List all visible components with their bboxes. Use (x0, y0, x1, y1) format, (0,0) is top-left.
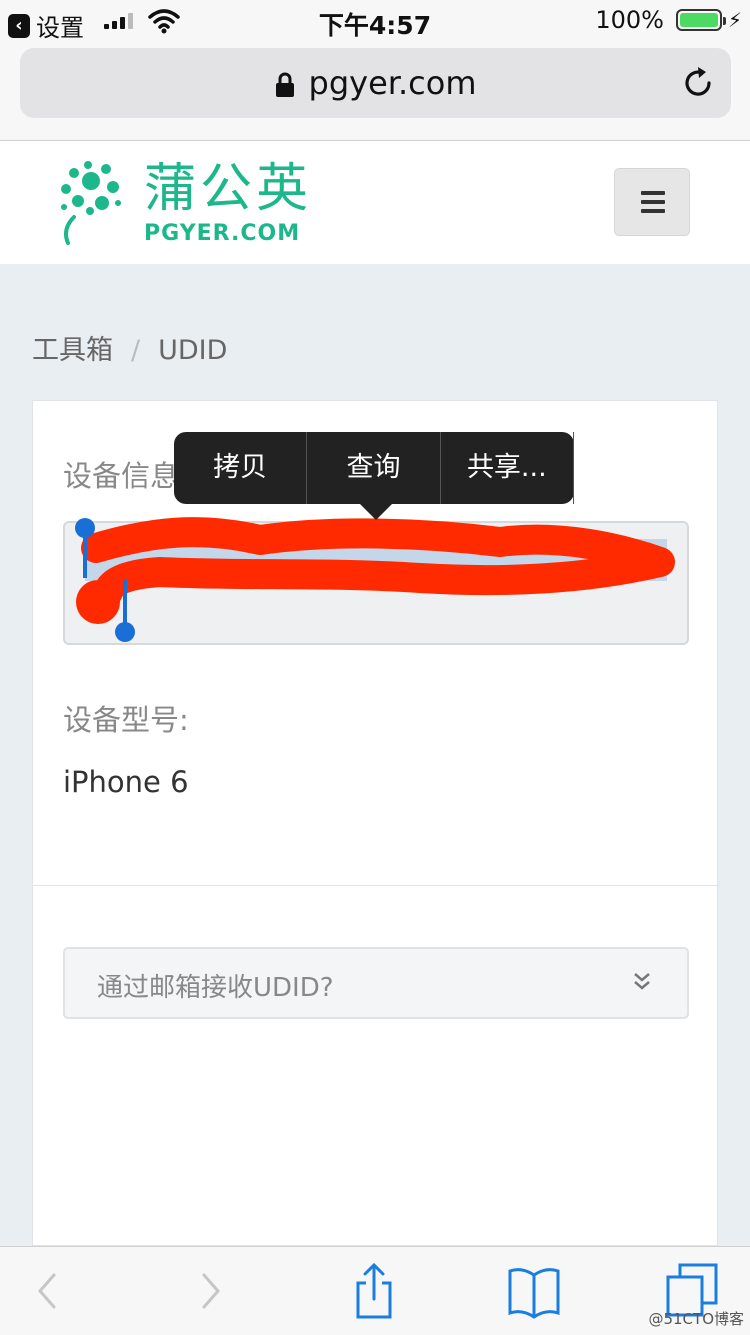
logo-text-en: PGYER.COM (144, 221, 301, 246)
url-text: pgyer.com (308, 64, 477, 102)
text-selection-highlight (85, 539, 667, 581)
charging-icon: ⚡ (727, 8, 742, 32)
dandelion-logo-icon[interactable] (58, 159, 124, 245)
browser-chrome: pgyer.com (0, 42, 750, 141)
device-model-value: iPhone 6 (63, 765, 189, 799)
divider (33, 885, 719, 886)
device-model-label: 设备型号: (63, 703, 189, 737)
forward-icon[interactable] (180, 1261, 240, 1321)
address-bar[interactable]: pgyer.com (20, 48, 731, 118)
watermark: @51CTO博客 (648, 1310, 744, 1328)
context-menu: 拷贝 查询 共享... (174, 432, 574, 520)
back-icon[interactable] (20, 1261, 80, 1321)
share-icon[interactable] (344, 1261, 404, 1321)
bookmarks-icon[interactable] (504, 1261, 564, 1321)
udid-card: 设备信息 设备型号: iPhone 6 通过邮箱接收UDID? (32, 400, 719, 1246)
safari-toolbar: @51CTO博客 (0, 1246, 750, 1335)
breadcrumb-separator: / (131, 335, 141, 366)
logo-text-cn: 蒲公英 (144, 159, 313, 219)
udid-field[interactable] (63, 521, 689, 645)
battery-icon (676, 9, 726, 31)
breadcrumb-current: UDID (158, 335, 228, 366)
menu-button[interactable] (614, 168, 690, 236)
context-menu-caret (360, 504, 392, 520)
copy-menu-item[interactable]: 拷贝 (174, 432, 308, 504)
email-udid-toggle[interactable]: 通过邮箱接收UDID? (63, 947, 689, 1019)
breadcrumb: 工具箱 / UDID (32, 328, 227, 367)
hamburger-icon (641, 191, 665, 195)
double-chevron-down-icon (634, 973, 650, 990)
share-menu-item[interactable]: 共享... (441, 432, 574, 504)
lookup-menu-item[interactable]: 查询 (307, 432, 441, 504)
reload-icon[interactable] (681, 66, 715, 100)
lock-icon (275, 72, 294, 97)
site-header: 蒲公英 PGYER.COM (0, 141, 750, 264)
battery-percentage: 100% (595, 6, 664, 34)
status-bar: ‹ 设置 下午4:57 100% ⚡ (0, 0, 750, 42)
breadcrumb-toolbox[interactable]: 工具箱 (32, 335, 113, 366)
device-info-label: 设备信息 (63, 459, 180, 493)
email-udid-label: 通过邮箱接收UDID? (97, 973, 334, 1003)
